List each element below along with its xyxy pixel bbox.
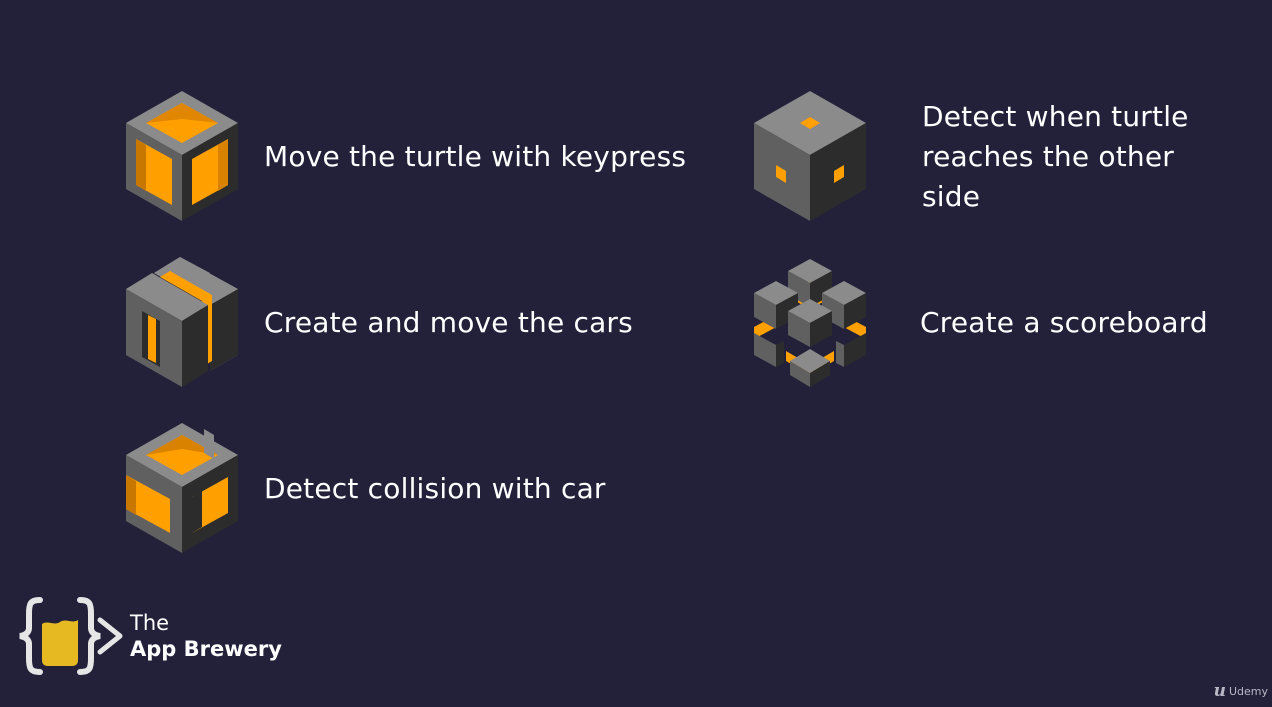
brand-text: The App Brewery bbox=[130, 610, 282, 662]
step-label: Detect when turtle reaches the other sid… bbox=[922, 99, 1189, 213]
udemy-watermark: u Udemy bbox=[1214, 681, 1268, 701]
step-label: Create and move the cars bbox=[264, 305, 633, 339]
step-label: Detect collision with car bbox=[264, 471, 606, 505]
hollow-cube-icon bbox=[126, 91, 238, 221]
interlocking-blocks-icon bbox=[126, 257, 238, 387]
cube-cluster-icon bbox=[754, 259, 866, 387]
slide: Move the turtle with keypress Create and… bbox=[0, 0, 1272, 707]
udemy-logo-icon: u bbox=[1213, 681, 1226, 701]
udemy-text: Udemy bbox=[1228, 684, 1268, 698]
step-label: Move the turtle with keypress bbox=[264, 139, 687, 173]
step-create-scoreboard: Create a scoreboard bbox=[750, 255, 1240, 390]
brand-line-1: The bbox=[130, 611, 170, 635]
step-create-cars: Create and move the cars bbox=[122, 255, 724, 390]
code-braces-logo-icon bbox=[19, 597, 123, 675]
solid-cube-icon bbox=[754, 91, 866, 221]
brand-line-2: App Brewery bbox=[130, 637, 282, 661]
step-detect-other-side: Detect when turtle reaches the other sid… bbox=[750, 89, 1222, 224]
step-detect-collision: Detect collision with car bbox=[122, 421, 724, 556]
step-move-turtle: Move the turtle with keypress bbox=[122, 89, 724, 224]
step-label: Create a scoreboard bbox=[920, 305, 1208, 339]
cut-cube-icon bbox=[126, 423, 238, 553]
app-brewery-brand: The App Brewery bbox=[16, 594, 282, 678]
